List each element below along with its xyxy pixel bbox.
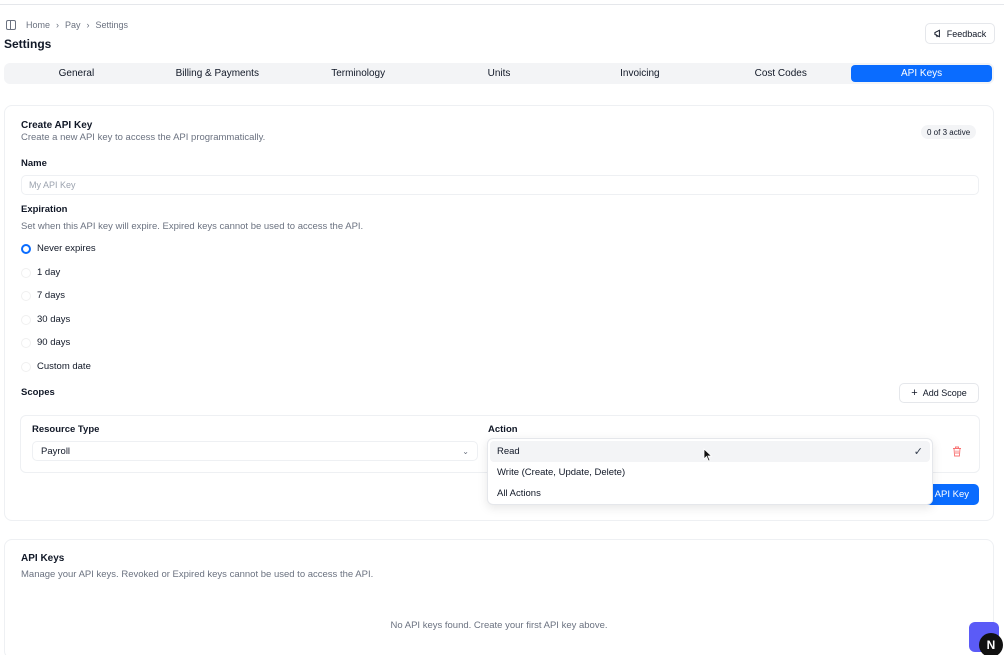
chevron-down-icon: ⌄ — [462, 446, 469, 456]
top-divider — [0, 4, 1004, 5]
check-icon: ✓ — [913, 446, 923, 458]
tab-cost-codes[interactable]: Cost Codes — [710, 65, 851, 82]
action-option-write[interactable]: Write (Create, Update, Delete) — [490, 462, 930, 483]
radio-never-expires[interactable]: Never expires — [21, 243, 96, 254]
name-label: Name — [21, 158, 47, 169]
breadcrumb-home[interactable]: Home — [26, 20, 50, 30]
resource-type-value: Payroll — [41, 445, 71, 457]
resource-type-label: Resource Type — [32, 424, 100, 435]
create-button-label: API Key — [934, 489, 969, 500]
radio-7-days[interactable]: 7 days — [21, 290, 65, 301]
mouse-cursor-icon — [703, 448, 713, 462]
resource-type-select[interactable]: Payroll ⌄ — [32, 441, 478, 461]
chevron-right-icon: › — [56, 20, 60, 30]
create-card-description: Create a new API key to access the API p… — [21, 132, 266, 143]
scopes-label: Scopes — [21, 387, 55, 398]
keys-card-title: API Keys — [21, 553, 65, 564]
breadcrumb: Home › Pay › Settings — [6, 20, 128, 30]
tab-billing-payments[interactable]: Billing & Payments — [147, 65, 288, 82]
radio-checked-icon[interactable] — [21, 243, 31, 254]
breadcrumb-settings: Settings — [95, 20, 129, 30]
radio-label: 7 days — [37, 290, 65, 301]
megaphone-icon — [934, 29, 940, 38]
radio-label: 90 days — [37, 337, 71, 348]
radio-unchecked-icon[interactable] — [21, 290, 31, 301]
add-scope-label: Add Scope — [922, 388, 967, 398]
sidebar-toggle-icon[interactable] — [6, 20, 16, 30]
radio-unchecked-icon[interactable] — [21, 314, 31, 325]
tab-general[interactable]: General — [6, 65, 147, 82]
option-label: Read — [497, 446, 520, 457]
radio-custom-date[interactable]: Custom date — [21, 361, 91, 372]
tab-terminology[interactable]: Terminology — [288, 65, 429, 82]
name-input[interactable] — [21, 175, 979, 195]
tab-invoicing[interactable]: Invoicing — [569, 65, 710, 82]
radio-unchecked-icon[interactable] — [21, 267, 31, 278]
add-scope-button[interactable]: + Add Scope — [899, 383, 979, 403]
radio-unchecked-icon[interactable] — [21, 361, 31, 372]
active-count-badge: 0 of 3 active — [921, 125, 977, 139]
api-keys-card: API Keys Manage your API keys. Revoked o… — [4, 539, 994, 655]
create-card-title: Create API Key — [21, 120, 93, 131]
radio-label: 1 day — [37, 267, 61, 278]
radio-label: Never expires — [37, 243, 96, 254]
option-label: All Actions — [497, 488, 541, 499]
radio-unchecked-icon[interactable] — [21, 337, 31, 348]
radio-90-days[interactable]: 90 days — [21, 337, 70, 348]
expiration-description: Set when this API key will expire. Expir… — [21, 221, 364, 232]
tab-api-keys[interactable]: API Keys — [851, 65, 993, 82]
plus-icon: + — [911, 387, 918, 399]
next-logo-icon[interactable]: N — [979, 633, 1003, 655]
keys-card-description: Manage your API keys. Revoked or Expired… — [21, 569, 374, 580]
radio-30-days[interactable]: 30 days — [21, 314, 70, 325]
page-title: Settings — [4, 37, 52, 51]
feedback-label: Feedback — [946, 28, 987, 39]
radio-label: Custom date — [37, 361, 91, 372]
breadcrumb-pay[interactable]: Pay — [65, 20, 81, 30]
tab-units[interactable]: Units — [429, 65, 570, 82]
trash-icon[interactable] — [952, 446, 962, 457]
feedback-button[interactable]: Feedback — [925, 23, 995, 44]
empty-state-message: No API keys found. Create your first API… — [390, 620, 608, 631]
settings-tabs: General Billing & Payments Terminology U… — [4, 63, 994, 84]
chevron-right-icon: › — [86, 20, 90, 30]
radio-label: 30 days — [37, 314, 71, 325]
radio-1-day[interactable]: 1 day — [21, 267, 60, 278]
action-label: Action — [488, 424, 518, 435]
option-label: Write (Create, Update, Delete) — [497, 467, 626, 478]
expiration-label: Expiration — [21, 204, 68, 215]
action-option-all[interactable]: All Actions — [490, 483, 930, 504]
